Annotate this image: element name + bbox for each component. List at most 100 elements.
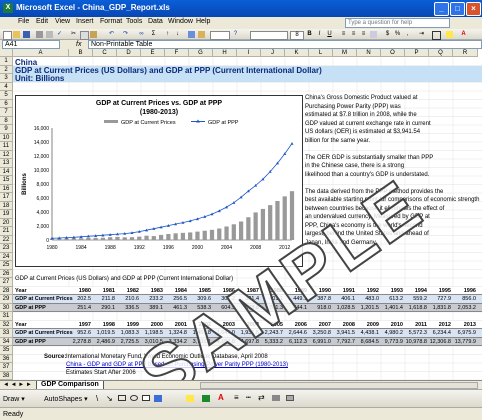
drawing-icon[interactable] (198, 31, 205, 38)
open-icon[interactable] (13, 31, 20, 38)
print-icon[interactable] (36, 31, 43, 38)
column-header-q[interactable]: Q (429, 49, 453, 57)
column-header-i[interactable]: I (237, 49, 261, 57)
value-cell[interactable]: 5,572.3 (405, 330, 427, 336)
row-header-36[interactable]: 36 (0, 354, 13, 363)
year-header-cell[interactable]: 1999 (117, 322, 139, 328)
column-header-n[interactable]: N (357, 49, 381, 57)
3d-icon[interactable] (286, 395, 294, 401)
row-header-19[interactable]: 19 (0, 210, 13, 219)
value-cell[interactable]: 233.2 (141, 296, 163, 302)
year-header-cell[interactable]: 2009 (357, 322, 379, 328)
fill-color-draw-icon[interactable] (186, 395, 194, 402)
row-header-7[interactable]: 7 (0, 108, 13, 117)
year-header-cell[interactable]: 2007 (309, 322, 331, 328)
value-cell[interactable]: 389.1 (141, 305, 163, 311)
value-cell[interactable]: 8,684.5 (357, 339, 379, 345)
year-header-cell[interactable]: 1983 (141, 288, 163, 294)
help-icon[interactable]: ? (232, 31, 239, 38)
value-cell[interactable]: 3,941.5 (333, 330, 355, 336)
font-name-select[interactable] (250, 31, 288, 40)
undo-icon[interactable]: ↶ (108, 31, 115, 38)
value-cell[interactable]: 1,019.5 (93, 330, 115, 336)
row-header-35[interactable]: 35 (0, 346, 13, 355)
value-cell[interactable]: 2,486.9 (93, 339, 115, 345)
value-cell[interactable]: 6,112.3 (285, 339, 307, 345)
year-header-cell[interactable]: 1994 (405, 288, 427, 294)
value-cell[interactable]: 1,083.3 (117, 330, 139, 336)
value-cell[interactable]: 856.0 (453, 296, 476, 302)
bold-icon[interactable]: B (306, 31, 313, 38)
new-icon[interactable] (3, 31, 12, 40)
menu-view[interactable]: View (55, 18, 70, 25)
value-cell[interactable]: 6,975.9 (453, 330, 476, 336)
year-header-cell[interactable]: 2011 (405, 322, 427, 328)
year-header-cell[interactable]: 1992 (357, 288, 379, 294)
value-cell[interactable]: 1,401.4 (381, 305, 403, 311)
row-header-29[interactable]: 29 (0, 295, 13, 304)
value-cell[interactable]: 4,438.1 (357, 330, 379, 336)
align-left-icon[interactable]: ≡ (340, 31, 347, 38)
row-header-37[interactable]: 37 (0, 363, 13, 372)
row-label-cell[interactable]: GDP at PPP (15, 305, 46, 311)
value-cell[interactable]: 3,250.8 (309, 330, 331, 336)
paste-icon[interactable] (90, 31, 97, 38)
textbox-icon[interactable] (142, 395, 150, 401)
arrow-style-icon[interactable]: ⇄ (258, 393, 265, 402)
value-cell[interactable]: 952.6 (69, 330, 91, 336)
oval-icon[interactable] (130, 395, 138, 401)
row-header-33[interactable]: 33 (0, 329, 13, 338)
value-cell[interactable]: 7,792.7 (333, 339, 355, 345)
column-header-e[interactable]: E (141, 49, 165, 57)
column-header-m[interactable]: M (333, 49, 357, 57)
line-color-icon[interactable] (202, 395, 210, 402)
value-cell[interactable]: 727.9 (429, 296, 451, 302)
sort-desc-icon[interactable]: ↓ (174, 31, 181, 38)
column-header-p[interactable]: P (405, 49, 429, 57)
row-header-23[interactable]: 23 (0, 244, 13, 253)
year-header-cell[interactable]: 1982 (117, 288, 139, 294)
autosum-icon[interactable]: Σ (150, 31, 157, 38)
row-header-34[interactable]: 34 (0, 337, 13, 346)
rectangle-icon[interactable] (118, 395, 126, 401)
value-cell[interactable]: 336.5 (117, 305, 139, 311)
align-right-icon[interactable]: ≡ (360, 31, 367, 38)
select-all-corner[interactable] (0, 49, 13, 57)
align-center-icon[interactable]: ≡ (350, 31, 357, 38)
value-cell[interactable]: 9,773.9 (381, 339, 403, 345)
column-header-o[interactable]: O (381, 49, 405, 57)
year-header-cell[interactable]: 1997 (69, 322, 91, 328)
row-header-10[interactable]: 10 (0, 133, 13, 142)
menu-window[interactable]: Window (168, 18, 193, 25)
hyperlink-icon[interactable]: ∞ (138, 31, 145, 38)
column-header-g[interactable]: G (189, 49, 213, 57)
row-header-30[interactable]: 30 (0, 303, 13, 312)
row-header-1[interactable]: 1 (0, 57, 13, 66)
row-header-6[interactable]: 6 (0, 99, 13, 108)
value-cell[interactable]: 559.2 (405, 296, 427, 302)
dash-style-icon[interactable]: ┅ (246, 393, 251, 402)
row-header-31[interactable]: 31 (0, 312, 13, 321)
value-cell[interactable]: 211.8 (93, 296, 115, 302)
tab-nav-buttons[interactable]: ◄ ◄ ► ► (3, 382, 32, 388)
menu-tools[interactable]: Tools (126, 18, 142, 25)
underline-icon[interactable]: U (326, 31, 333, 38)
row-label-cell[interactable]: GDP at Current Prices (15, 330, 73, 336)
row-header-4[interactable]: 4 (0, 82, 13, 91)
year-header-cell[interactable]: 2012 (429, 322, 451, 328)
row-header-22[interactable]: 22 (0, 235, 13, 244)
shadow-icon[interactable] (272, 395, 280, 401)
row-header-2[interactable]: 2 (0, 65, 13, 74)
menu-file[interactable]: File (18, 18, 29, 25)
menu-help[interactable]: Help (196, 18, 210, 25)
column-header-l[interactable]: L (309, 49, 333, 57)
value-cell[interactable]: 483.0 (357, 296, 379, 302)
value-cell[interactable]: 2,053.2 (453, 305, 476, 311)
row-header-16[interactable]: 16 (0, 184, 13, 193)
column-header-d[interactable]: D (117, 49, 141, 57)
row-label-cell[interactable]: Year (15, 322, 27, 328)
value-cell[interactable]: 1,028.5 (333, 305, 355, 311)
value-cell[interactable]: 251.4 (69, 305, 91, 311)
fx-icon[interactable]: fx (76, 40, 81, 49)
cut-icon[interactable]: ✂ (70, 31, 77, 38)
